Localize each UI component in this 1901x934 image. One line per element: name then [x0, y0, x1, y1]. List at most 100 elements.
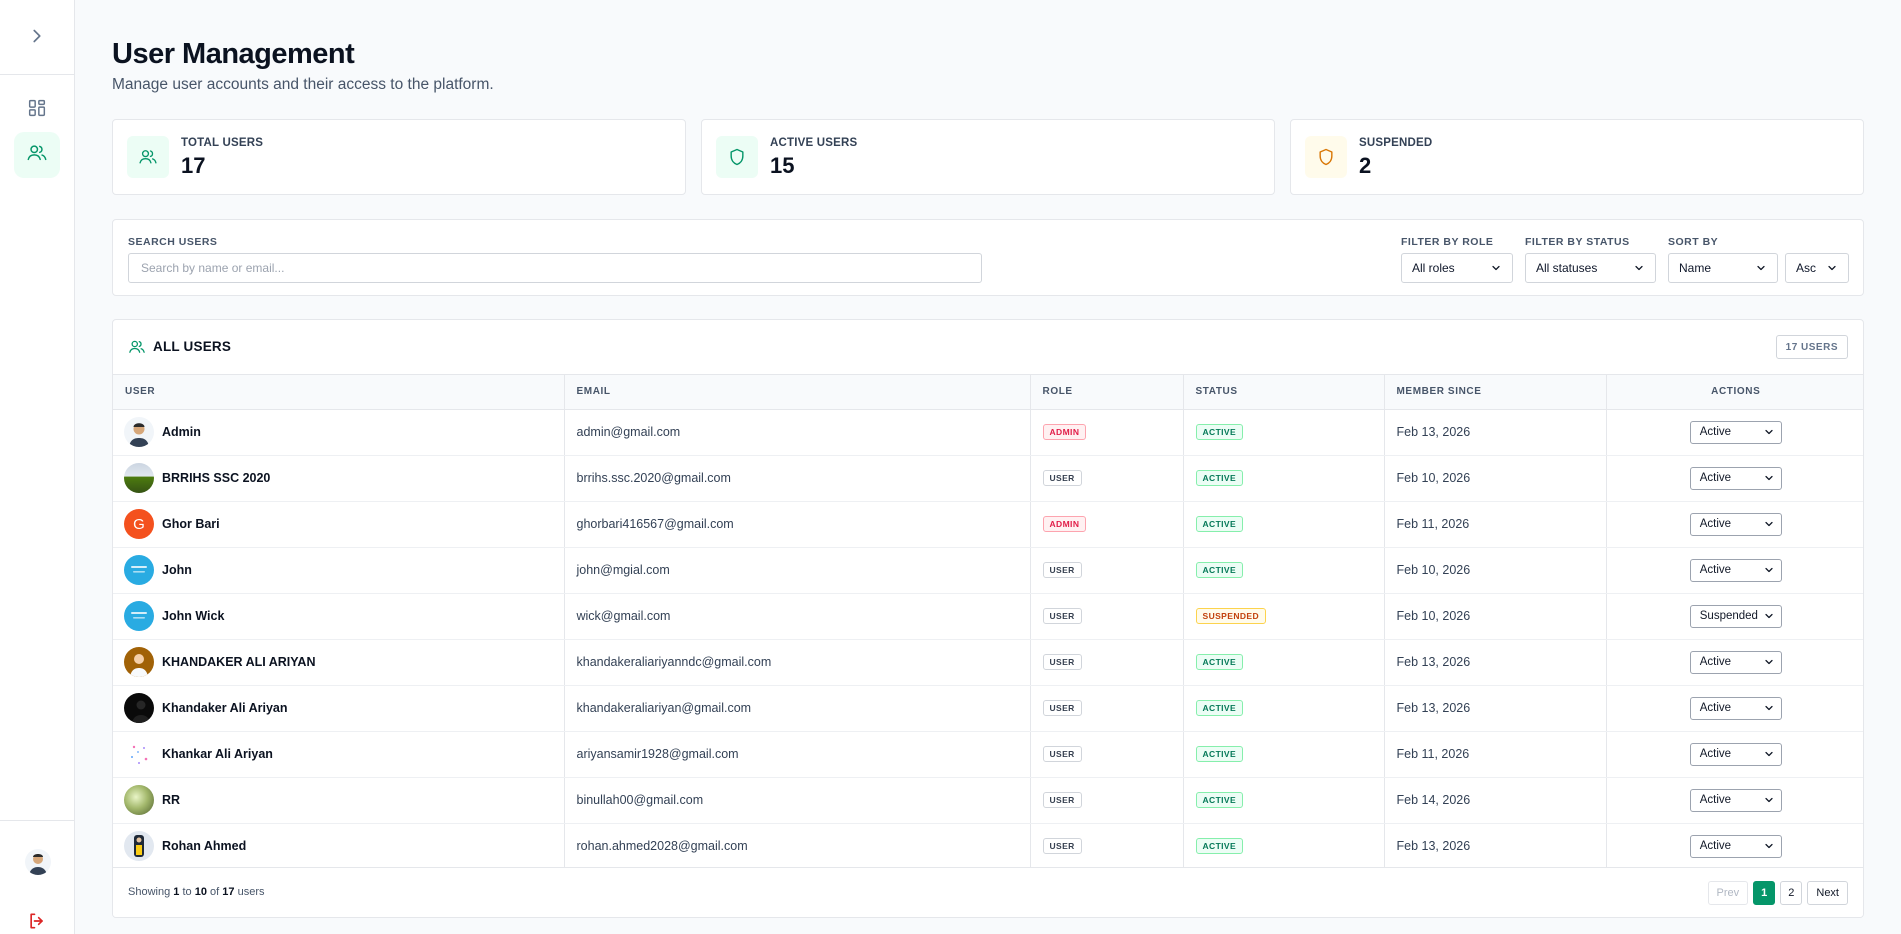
users-card-header: ALL USERS 17 USERS: [113, 320, 1863, 375]
chevron-down-icon: [1757, 265, 1765, 271]
sidebar-item-dashboard[interactable]: [14, 87, 60, 133]
status-action-value: Active: [1699, 426, 1732, 438]
chevron-down-icon: [1765, 843, 1773, 849]
table-row: John Wick wick@gmail.com USER SUSPENDED …: [113, 593, 1863, 640]
stat-value: 15: [770, 153, 795, 178]
sort-order-value: Asc: [1796, 261, 1817, 275]
user-email: admin@gmail.com: [564, 409, 1031, 456]
status-action-select[interactable]: Active: [1689, 466, 1782, 490]
status-action-select[interactable]: Active: [1689, 696, 1782, 720]
column-header-role[interactable]: ROLE: [1030, 375, 1184, 410]
status-action-select[interactable]: Active: [1689, 788, 1782, 812]
table-row: BRRIHS SSC 2020 brrihs.ssc.2020@gmail.co…: [113, 455, 1863, 502]
status-filter-select[interactable]: All statuses: [1525, 253, 1656, 283]
table-row: RR binullah00@gmail.com USER ACTIVE Feb …: [113, 777, 1863, 824]
status-action-value: Active: [1699, 794, 1732, 806]
sort-order-select[interactable]: Asc: [1785, 253, 1849, 283]
dashboard-icon: [26, 97, 48, 124]
user-name: John Wick: [162, 609, 225, 623]
status-action-select[interactable]: Active: [1689, 558, 1782, 582]
role-filter-value: All roles: [1412, 261, 1455, 275]
role-badge: USER: [1042, 561, 1082, 579]
prev-page-button[interactable]: Prev: [1707, 881, 1749, 905]
status-action-value: Active: [1699, 564, 1732, 576]
role-badge: USER: [1042, 469, 1082, 487]
column-header-status[interactable]: STATUS: [1183, 375, 1385, 410]
users-card-title: ALL USERS: [153, 339, 232, 354]
search-input[interactable]: [128, 253, 982, 283]
sort-by-select[interactable]: Name: [1668, 253, 1778, 283]
table-header-row: USER EMAIL ROLE STATUS MEMBER SINCE ACTI…: [113, 375, 1863, 410]
member-since: Feb 10, 2026: [1384, 547, 1607, 594]
role-badge: USER: [1042, 653, 1082, 671]
role-filter-select[interactable]: All roles: [1401, 253, 1513, 283]
avatar: [124, 555, 154, 585]
user-email: wick@gmail.com: [564, 593, 1031, 640]
stat-card-active-users: ACTIVE USERS 15: [701, 119, 1275, 195]
status-action-value: Active: [1699, 840, 1732, 852]
showing-suffix: users: [237, 886, 265, 898]
logout-icon[interactable]: [27, 911, 47, 931]
table-row: Admin admin@gmail.com ADMIN ACTIVE Feb 1…: [113, 409, 1863, 456]
chevron-down-icon: [1492, 265, 1500, 271]
status-badge: ACTIVE: [1195, 653, 1244, 671]
user-email: rohan.ahmed2028@gmail.com: [564, 823, 1031, 870]
column-header-actions: ACTIONS: [1606, 375, 1863, 410]
next-page-button[interactable]: Next: [1807, 881, 1848, 905]
showing-total: 17: [222, 886, 235, 898]
showing-prefix: Showing: [128, 886, 171, 898]
shield-icon: [716, 136, 758, 178]
user-name: Rohan Ahmed: [162, 839, 247, 853]
role-badge: ADMIN: [1042, 423, 1087, 441]
avatar: [124, 417, 154, 447]
avatar: [124, 601, 154, 631]
sidebar-divider: [0, 820, 75, 821]
status-badge: ACTIVE: [1195, 791, 1244, 809]
users-icon: [128, 338, 146, 356]
chevron-down-icon: [1765, 751, 1773, 757]
status-action-select[interactable]: Active: [1689, 512, 1782, 536]
chevron-down-icon: [1765, 659, 1773, 665]
page-button-1[interactable]: 1: [1753, 881, 1776, 905]
user-email: khandakeraliariyanndc@gmail.com: [564, 639, 1031, 686]
table-row: Khandaker Ali Ariyan khandakeraliariyan@…: [113, 685, 1863, 732]
sort-label: SORT BY: [1668, 236, 1719, 248]
column-header-user[interactable]: USER: [113, 375, 565, 410]
stat-card-total-users: TOTAL USERS 17: [112, 119, 686, 195]
avatar: [124, 647, 154, 677]
status-action-value: Active: [1699, 518, 1732, 530]
chevron-down-icon: [1765, 429, 1773, 435]
chevron-right-icon[interactable]: [26, 25, 48, 47]
avatar: [124, 831, 154, 861]
status-action-select[interactable]: Active: [1689, 742, 1782, 766]
avatar: [124, 739, 154, 769]
column-header-member-since[interactable]: MEMBER SINCE: [1384, 375, 1607, 410]
stat-label: ACTIVE USERS: [770, 137, 858, 149]
filters-panel: SEARCH USERS FILTER BY ROLE All roles FI…: [112, 219, 1864, 296]
user-name: Khandaker Ali Ariyan: [162, 701, 288, 715]
sidebar-item-users[interactable]: [14, 132, 60, 178]
user-count-badge: 17 USERS: [1775, 335, 1848, 359]
status-action-select[interactable]: Active: [1689, 650, 1782, 674]
user-email: ghorbari416567@gmail.com: [564, 501, 1031, 548]
chevron-down-icon: [1765, 567, 1773, 573]
status-action-select[interactable]: Suspended: [1689, 604, 1782, 628]
stats-row: TOTAL USERS 17 ACTIVE USERS 15 SUSPENDED…: [112, 119, 1864, 195]
avatar[interactable]: [25, 849, 51, 875]
users-table: USER EMAIL ROLE STATUS MEMBER SINCE ACTI…: [113, 375, 1863, 870]
avatar: [124, 785, 154, 815]
user-email: binullah00@gmail.com: [564, 777, 1031, 824]
status-badge: ACTIVE: [1195, 745, 1244, 763]
user-name: KHANDAKER ALI ARIYAN: [162, 655, 316, 669]
stat-label: SUSPENDED: [1359, 137, 1433, 149]
status-action-select[interactable]: Active: [1689, 834, 1782, 858]
column-header-email[interactable]: EMAIL: [564, 375, 1031, 410]
chevron-down-icon: [1765, 797, 1773, 803]
status-action-select[interactable]: Active: [1689, 420, 1782, 444]
search-label: SEARCH USERS: [128, 236, 218, 248]
chevron-down-icon: [1765, 705, 1773, 711]
user-email: ariyansamir1928@gmail.com: [564, 731, 1031, 778]
status-action-value: Active: [1699, 656, 1732, 668]
users-card: ALL USERS 17 USERS USER EMAIL ROLE STATU…: [112, 319, 1864, 918]
page-button-2[interactable]: 2: [1780, 881, 1803, 905]
